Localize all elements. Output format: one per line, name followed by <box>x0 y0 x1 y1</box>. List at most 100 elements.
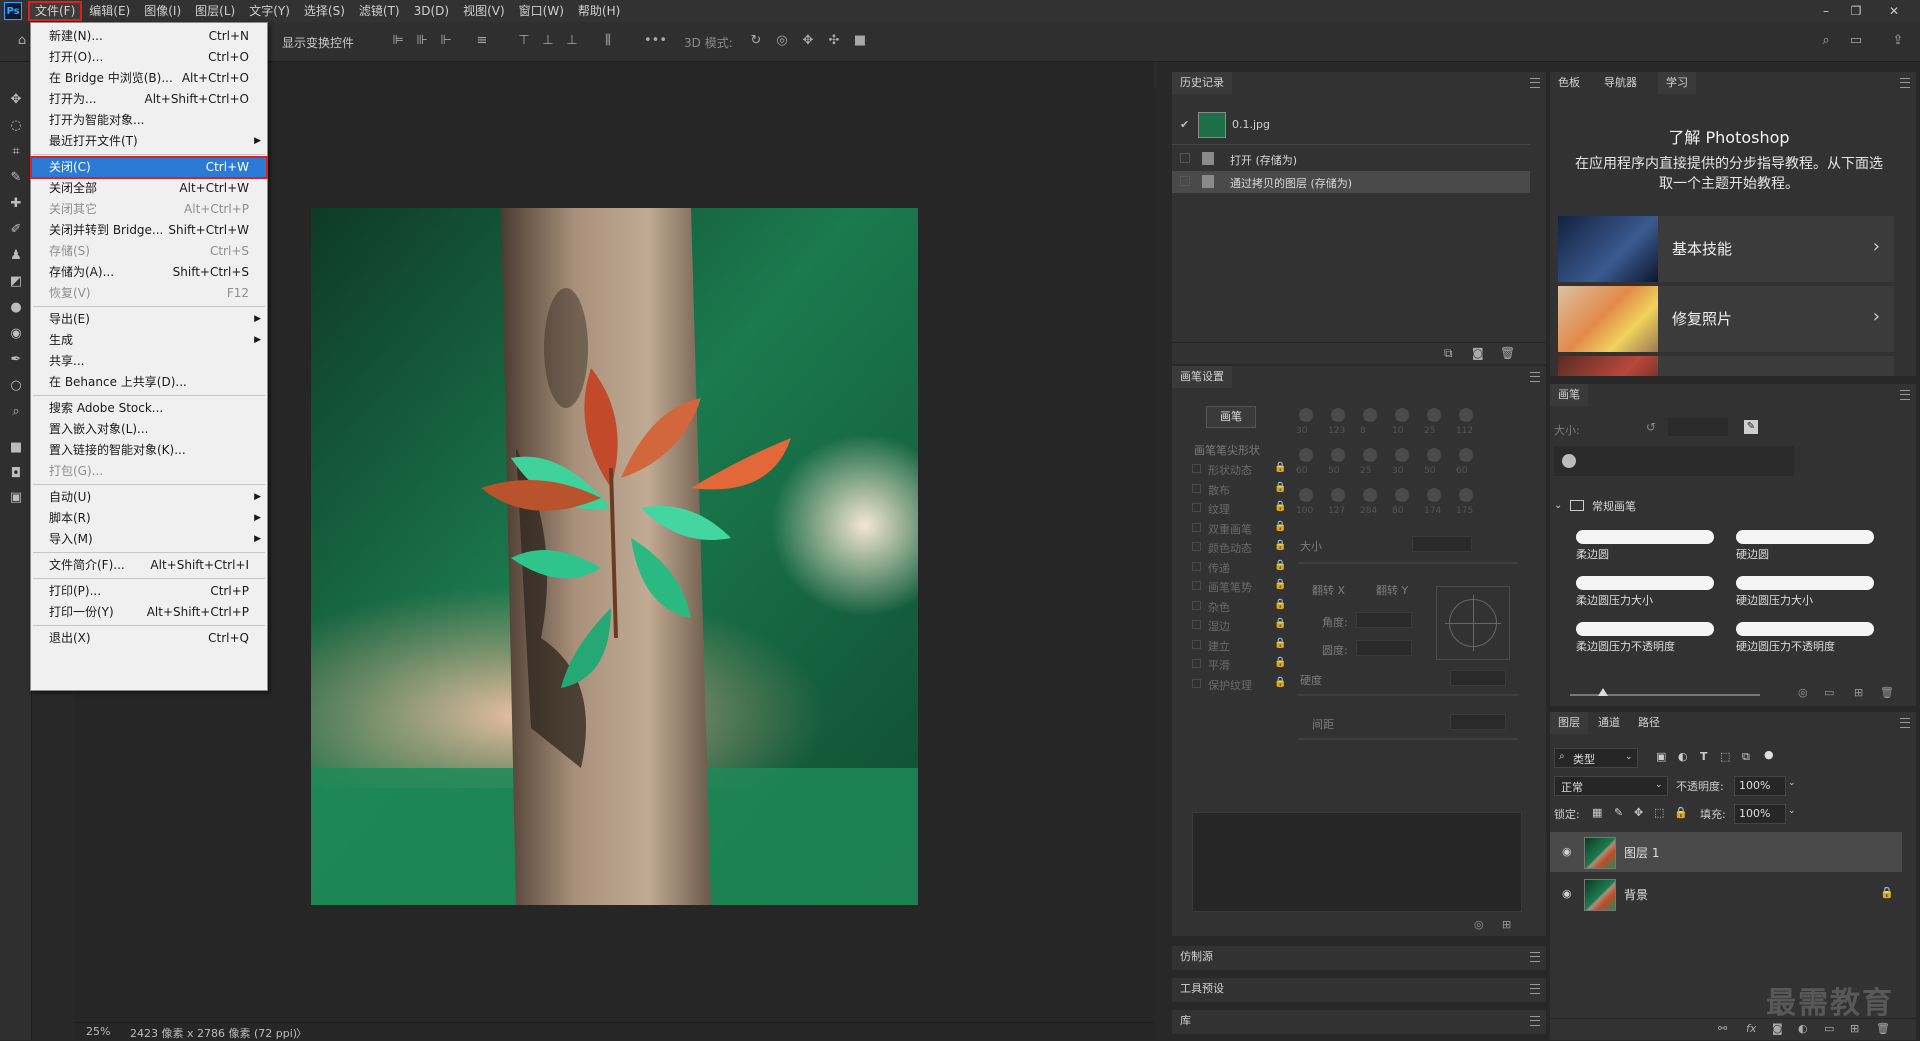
3d-drag-icon[interactable]: ✥ <box>800 33 816 49</box>
menu-item-9[interactable]: 窗口(W) <box>512 1 571 21</box>
checkbox[interactable] <box>1192 639 1201 649</box>
align-left-icon[interactable]: ⊫ <box>390 33 406 49</box>
reset-icon[interactable]: ↺ <box>1646 420 1656 434</box>
brush-tip[interactable]: 175 <box>1452 484 1482 522</box>
tab-layers-0[interactable]: 图层 <box>1550 712 1588 734</box>
roundness-input[interactable] <box>1356 640 1412 656</box>
tool-presets-menu-icon[interactable] <box>1530 984 1540 994</box>
quick-mask-icon[interactable]: ◘ <box>8 466 24 482</box>
brush-tip[interactable]: 174 <box>1420 484 1450 522</box>
checkbox[interactable] <box>1192 620 1201 629</box>
layer-name[interactable]: 图层 1 <box>1624 844 1659 861</box>
file-menu-item[interactable]: 关闭(C) Ctrl+W <box>30 156 268 179</box>
file-menu-item[interactable]: 退出(X) Ctrl+Q <box>31 628 267 649</box>
adjustment-filter-icon[interactable]: ◐ <box>1678 750 1688 763</box>
brush-preset[interactable]: 柔边圆 <box>1570 524 1720 564</box>
3d-roll-icon[interactable]: ◎ <box>774 33 790 49</box>
tab-brushes[interactable]: 画笔 <box>1550 384 1588 406</box>
checkbox[interactable] <box>1192 561 1201 571</box>
history-state[interactable]: 通过拷贝的图层 (存储为) <box>1172 171 1530 193</box>
lock-icon[interactable]: 🔒 <box>1274 521 1286 532</box>
lock-icon[interactable]: 🔒 <box>1274 540 1286 551</box>
move-tool-icon[interactable]: ✥ <box>8 92 24 108</box>
trash-icon[interactable]: 🗑 <box>1500 346 1515 360</box>
new-brush-plus-icon[interactable]: ⊞ <box>1854 686 1863 699</box>
tutorial-basic-skills[interactable]: 基本技能 › <box>1558 216 1894 282</box>
brush-option-row[interactable]: 纹理 🔒 <box>1192 501 1286 517</box>
checkbox[interactable] <box>1192 483 1201 493</box>
size-input[interactable] <box>1412 536 1472 552</box>
tab-layers-2[interactable]: 路径 <box>1630 712 1668 734</box>
brush-tip[interactable]: 25 <box>1420 404 1450 442</box>
checkbox[interactable] <box>1192 522 1201 532</box>
size-slider[interactable] <box>1298 562 1518 564</box>
lock-artboard-icon[interactable]: ⬚ <box>1654 806 1664 819</box>
lock-icon[interactable]: 🔒 <box>1274 618 1286 629</box>
menu-item-8[interactable]: 视图(V) <box>456 1 512 21</box>
slider-thumb[interactable] <box>1598 688 1608 696</box>
file-menu-item[interactable]: 新建(N)... Ctrl+N <box>31 26 267 47</box>
tab-learn-1[interactable]: 导航器 <box>1596 72 1645 94</box>
history-panel-menu-icon[interactable] <box>1530 78 1540 88</box>
search-icon[interactable]: ⌕ <box>1818 33 1834 49</box>
share-icon[interactable]: ⇪ <box>1890 33 1906 49</box>
brush-tip[interactable]: 25 <box>1356 444 1386 482</box>
menu-item-2[interactable]: 图像(I) <box>137 1 188 21</box>
tab-library[interactable]: 库 <box>1172 1010 1199 1032</box>
angle-input[interactable] <box>1356 612 1412 628</box>
tutorial-fix-photos[interactable]: 修复照片 › <box>1558 286 1894 352</box>
file-menu-item[interactable]: 导入(M) ▶ <box>31 529 267 550</box>
file-menu-item[interactable]: 关闭并转到 Bridge... Shift+Ctrl+W <box>31 220 267 241</box>
clone-stamp-tool-icon[interactable]: ♟ <box>8 248 24 264</box>
brush-size-input[interactable] <box>1668 418 1728 436</box>
brush-option-row[interactable]: 颜色动态 🔒 <box>1192 540 1286 556</box>
tutorial-partial[interactable] <box>1558 356 1894 376</box>
menu-item-10[interactable]: 帮助(H) <box>571 1 627 21</box>
home-icon[interactable]: ⌂ <box>14 33 30 49</box>
tab-tool-presets[interactable]: 工具预设 <box>1172 978 1232 1000</box>
brush-option-row[interactable]: 建立 🔒 <box>1192 638 1286 654</box>
lock-position-icon[interactable]: ✥ <box>1634 806 1643 819</box>
lock-icon[interactable]: 🔒 <box>1274 482 1286 493</box>
adjustment-layer-icon[interactable]: ◐ <box>1798 1022 1808 1035</box>
new-document-from-state-icon[interactable]: ⧉ <box>1444 346 1453 361</box>
file-menu-item[interactable]: 打印一份(Y) Alt+Shift+Ctrl+P <box>31 602 267 623</box>
file-menu-item[interactable]: 自动(U) ▶ <box>31 487 267 508</box>
brush-preset[interactable]: 硬边圆压力不透明度 <box>1730 616 1880 656</box>
fx-icon[interactable]: fx <box>1746 1022 1756 1035</box>
lasso-tool-icon[interactable]: ◌ <box>8 118 24 134</box>
tab-brush-settings[interactable]: 画笔设置 <box>1172 366 1232 388</box>
close-icon[interactable]: ✕ <box>1880 0 1908 22</box>
menu-item-3[interactable]: 图层(L) <box>188 1 242 21</box>
fill-input[interactable]: 100% <box>1734 804 1786 824</box>
brush-angle-preview[interactable] <box>1436 586 1510 660</box>
layer-name[interactable]: 背景 <box>1624 886 1648 903</box>
align-center-icon[interactable]: ⊪ <box>414 33 430 49</box>
brush-preset[interactable]: 柔边圆压力大小 <box>1570 570 1720 610</box>
blur-tool-icon[interactable]: ● <box>8 300 24 316</box>
brush-tip[interactable]: 123 <box>1324 404 1354 442</box>
type-filter-icon[interactable]: T <box>1700 750 1708 763</box>
brush-tip[interactable]: 127 <box>1324 484 1354 522</box>
3d-rotate-icon[interactable]: ↻ <box>748 33 764 49</box>
file-menu-item[interactable]: 生成 ▶ <box>31 330 267 351</box>
smart-object-filter-icon[interactable]: ⧉ <box>1742 750 1750 764</box>
file-menu-item[interactable]: 在 Bridge 中浏览(B)... Alt+Ctrl+O <box>31 68 267 89</box>
chevron-down-icon[interactable]: ⌄ <box>1788 806 1796 816</box>
show-transform-controls[interactable]: 显示变换控件 <box>282 34 354 51</box>
add-mask-icon[interactable]: ◙ <box>1772 1022 1783 1035</box>
camera-icon[interactable]: ◙ <box>1472 346 1484 360</box>
checkbox[interactable] <box>1192 464 1201 473</box>
status-arrow-icon[interactable]: 〉 <box>296 1025 307 1041</box>
file-menu-item[interactable]: 脚本(R) ▶ <box>31 508 267 529</box>
brush-tip[interactable]: 100 <box>1292 484 1322 522</box>
align-top-icon[interactable]: ⊤ <box>516 33 532 49</box>
menu-item-4[interactable]: 文字(Y) <box>242 1 297 21</box>
brush-tip[interactable]: 8 <box>1356 404 1386 442</box>
workspace-icon[interactable]: ▭ <box>1848 33 1864 49</box>
menu-item-7[interactable]: 3D(D) <box>407 1 456 21</box>
lock-icon[interactable]: 🔒 <box>1274 638 1286 649</box>
file-menu-item[interactable]: 搜索 Adobe Stock... <box>31 398 267 419</box>
new-brush-icon[interactable]: ⊞ <box>1502 918 1511 931</box>
brush-preset[interactable]: 柔边圆压力不透明度 <box>1570 616 1720 656</box>
